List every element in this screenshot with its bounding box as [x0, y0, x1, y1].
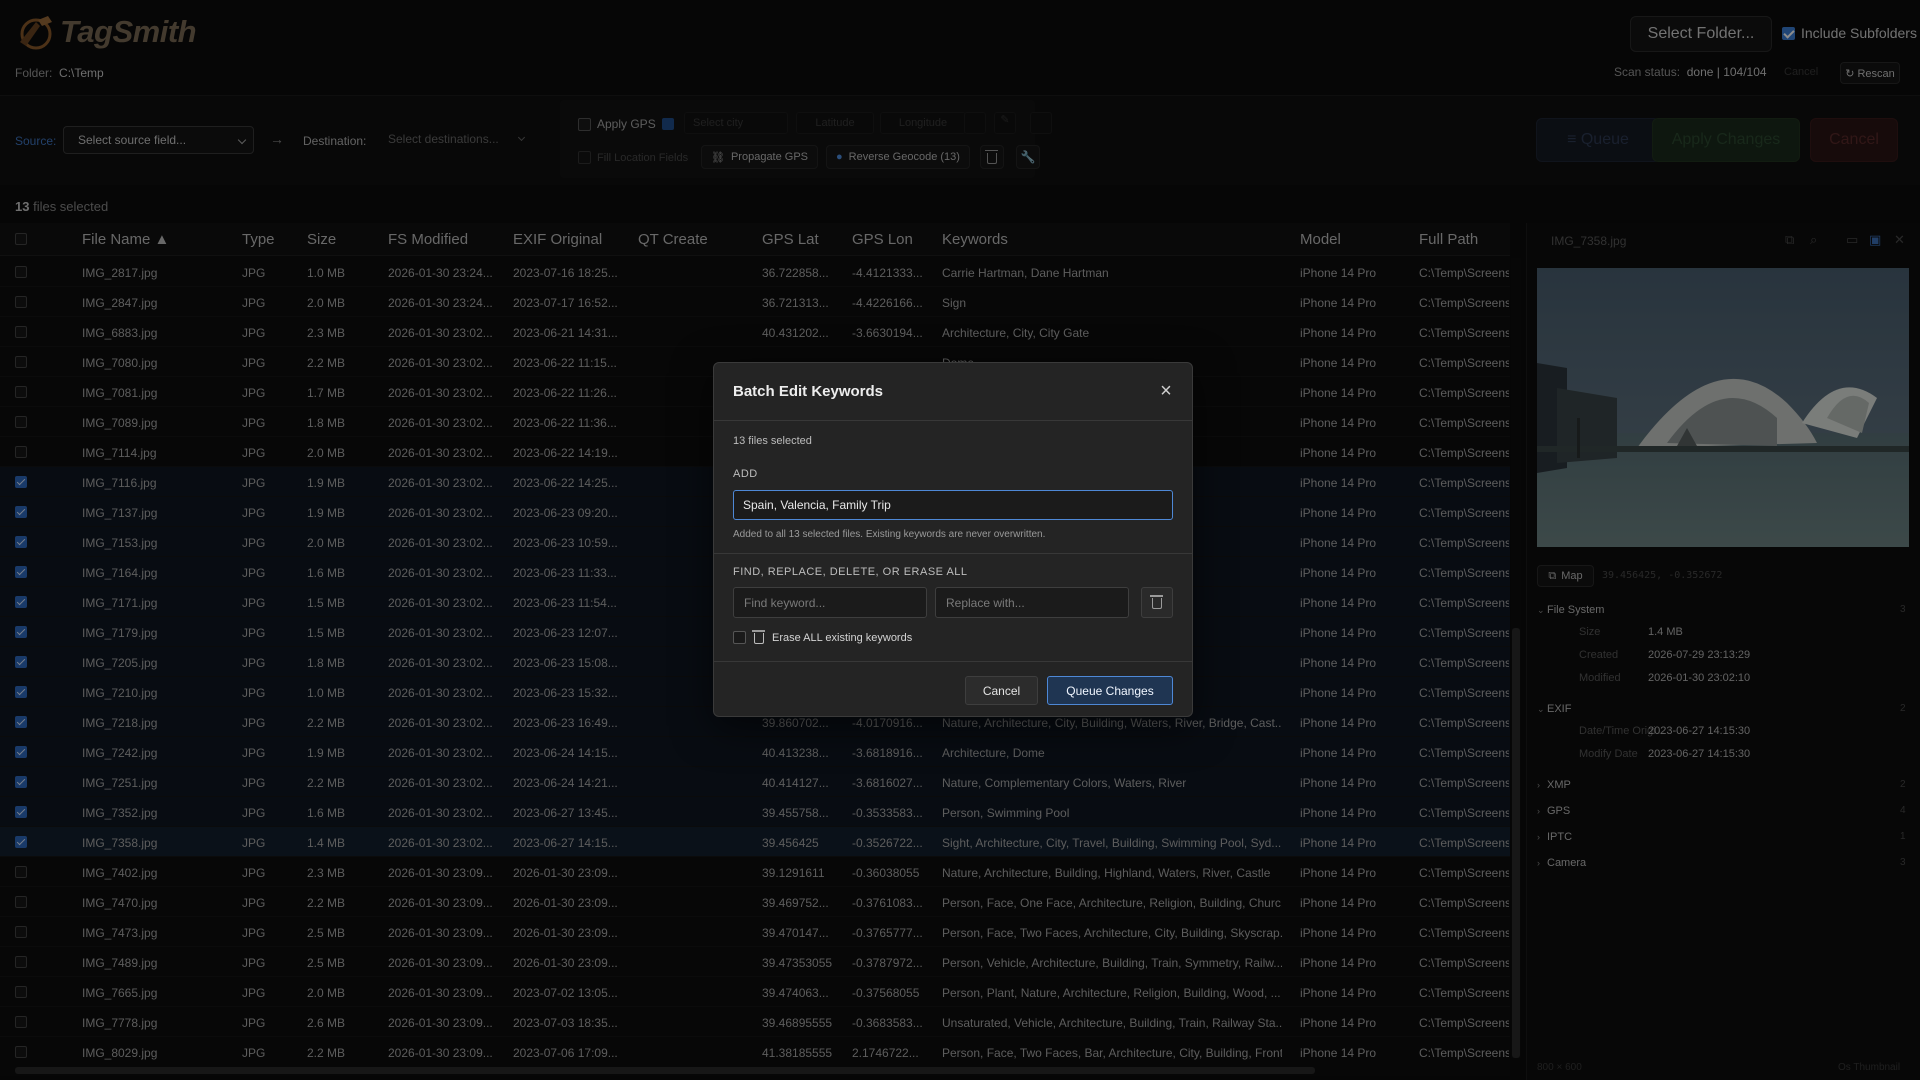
divider: [714, 420, 1192, 421]
dialog-title: Batch Edit Keywords: [733, 383, 884, 400]
find-replace-heading: FIND, REPLACE, DELETE, OR ERASE ALL: [733, 566, 968, 578]
replace-with-input[interactable]: [935, 587, 1129, 618]
delete-keyword-button[interactable]: [1141, 587, 1173, 618]
checkbox-icon[interactable]: [733, 631, 746, 644]
erase-all-checkbox[interactable]: Erase ALL existing keywords: [733, 630, 912, 644]
trash-icon: [752, 630, 765, 644]
dialog-cancel-button[interactable]: Cancel: [965, 676, 1038, 705]
divider: [714, 553, 1192, 554]
add-keywords-input[interactable]: [733, 490, 1173, 520]
add-heading: ADD: [733, 468, 758, 480]
divider: [714, 661, 1192, 662]
find-keyword-input[interactable]: [733, 587, 927, 618]
trash-icon: [1150, 595, 1163, 609]
close-icon[interactable]: ×: [1154, 379, 1178, 403]
add-hint: Added to all 13 selected files. Existing…: [733, 529, 1046, 540]
queue-changes-button[interactable]: Queue Changes: [1047, 676, 1173, 705]
batch-edit-keywords-dialog: Batch Edit Keywords × 13 files selected …: [713, 362, 1193, 717]
dialog-selection-count: 13 files selected: [733, 435, 812, 447]
